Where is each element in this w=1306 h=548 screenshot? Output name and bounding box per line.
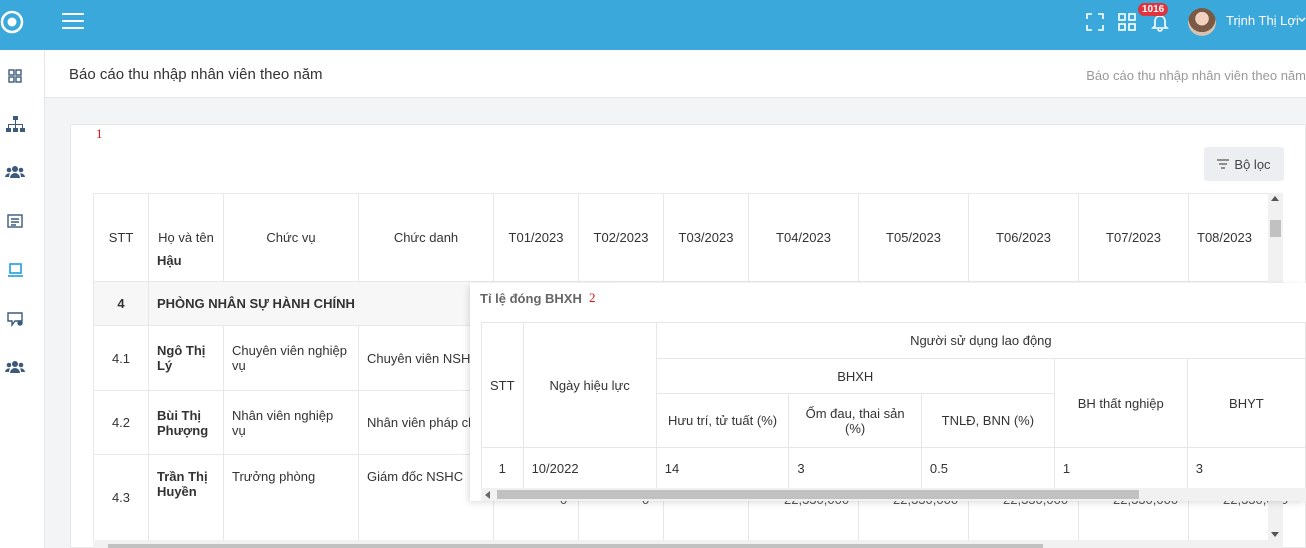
bh-row-pension: 14 <box>655 447 790 489</box>
scroll-down-arrow-icon[interactable] <box>1271 532 1279 537</box>
header-title: Chức danh <box>358 193 494 282</box>
sidebar <box>0 50 45 548</box>
vertical-scroll-thumb[interactable] <box>1270 220 1281 237</box>
header-month: T03/2023 <box>663 193 749 282</box>
bh-row-date: 10/2022 <box>522 447 657 489</box>
row-name: Ngô Thị Lý <box>148 325 224 391</box>
row-stt: 4.3 <box>93 454 149 541</box>
scroll-up-arrow-icon[interactable] <box>1271 196 1279 201</box>
bh-row-unemployment: 1 <box>1053 447 1188 489</box>
bh-header-date: Ngày hiệu lực <box>522 322 657 448</box>
id-card-icon[interactable] <box>5 211 25 231</box>
org-chart-icon[interactable] <box>5 114 25 134</box>
top-bar: 1016 Trịnh Thị Lợi <box>0 0 1306 50</box>
header-month: T01/2023 <box>493 193 579 282</box>
row-position: Chuyên viên nghiệp vụ <box>223 325 359 391</box>
laptop-icon[interactable] <box>5 260 25 280</box>
filter-button[interactable]: Bộ lọc <box>1204 147 1284 181</box>
annotation-marker-2: 2 <box>589 290 596 305</box>
row-name: Bùi Thị Phượng <box>148 390 224 455</box>
row-position: Nhân viên nghiệp vụ <box>223 390 359 455</box>
apps-grid-icon[interactable] <box>1117 12 1137 32</box>
filter-icon <box>1217 159 1230 169</box>
bh-header-accident: TNLĐ, BNN (%) <box>920 393 1055 448</box>
filter-label: Bộ lọc <box>1234 156 1271 172</box>
bh-row-health: 3 <box>1186 447 1306 489</box>
header-position: Chức vụ <box>223 193 359 282</box>
header-month: T07/2023 <box>1078 193 1189 282</box>
header-month: T06/2023 <box>968 193 1079 282</box>
breadcrumb[interactable]: Báo cáo thu nhập nhân viên theo năm <box>1086 68 1306 83</box>
bh-header-bhxh: BHXH <box>655 358 1055 394</box>
menu-icon[interactable] <box>62 13 84 31</box>
users-icon[interactable] <box>5 162 25 182</box>
header-stt: STT <box>93 193 149 282</box>
group-icon[interactable] <box>5 357 25 377</box>
fullscreen-icon[interactable] <box>1085 12 1105 32</box>
bhxh-rate-table: STT Ngày hiệu lực Người sử dụng lao động… <box>481 322 1306 489</box>
row-position: Trưởng phòng <box>223 454 359 541</box>
bh-header-stt: STT <box>481 322 524 448</box>
notification-badge: 1016 <box>1138 3 1169 16</box>
table-row[interactable]: 1 10/2022 14 3 0.5 1 3 <box>481 447 1306 489</box>
page-title: Báo cáo thu nhập nhân viên theo năm <box>69 66 323 83</box>
chevron-down-icon[interactable] <box>1298 16 1306 24</box>
horizontal-scroll-thumb[interactable] <box>108 544 1043 548</box>
panel-title: Tỉ lệ đóng BHXH <box>480 291 582 306</box>
row-name: Trần Thị Huyền <box>148 454 224 541</box>
bh-header-sickness: Ốm đau, thai sản (%) <box>788 393 922 448</box>
header-month: T04/2023 <box>748 193 859 282</box>
settings-icon[interactable] <box>5 309 25 329</box>
avatar[interactable] <box>1188 8 1216 36</box>
bh-row-stt: 1 <box>481 447 524 489</box>
bh-header-health: BHYT <box>1186 358 1306 448</box>
row-stt: 4.2 <box>93 390 149 455</box>
bh-row-sickness: 3 <box>788 447 922 489</box>
logo-icon[interactable] <box>0 8 26 38</box>
header-name: Họ và tên Hậu <box>148 193 224 282</box>
page-header: Báo cáo thu nhập nhân viên theo năm Báo … <box>45 50 1306 98</box>
bh-row-accident: 0.5 <box>920 447 1055 489</box>
user-name[interactable]: Trịnh Thị Lợi <box>1226 13 1299 28</box>
section-stt: 4 <box>93 281 149 326</box>
header-month: T02/2023 <box>578 193 664 282</box>
dashboard-icon[interactable] <box>5 66 25 86</box>
panel-horizontal-scroll-thumb[interactable] <box>497 490 1139 499</box>
bh-header-employer: Người sử dụng lao động <box>655 322 1306 359</box>
header-month: T08/2023 <box>1188 193 1269 282</box>
bh-header-unemployment: BH thất nghiệp <box>1053 358 1188 448</box>
scroll-left-arrow-icon[interactable] <box>485 491 490 499</box>
bh-header-pension: Hưu trí, tử tuất (%) <box>655 393 790 448</box>
partial-name: Hậu <box>157 253 182 268</box>
annotation-marker-1: 1 <box>96 126 103 141</box>
row-stt: 4.1 <box>93 325 149 391</box>
header-month: T05/2023 <box>858 193 969 282</box>
